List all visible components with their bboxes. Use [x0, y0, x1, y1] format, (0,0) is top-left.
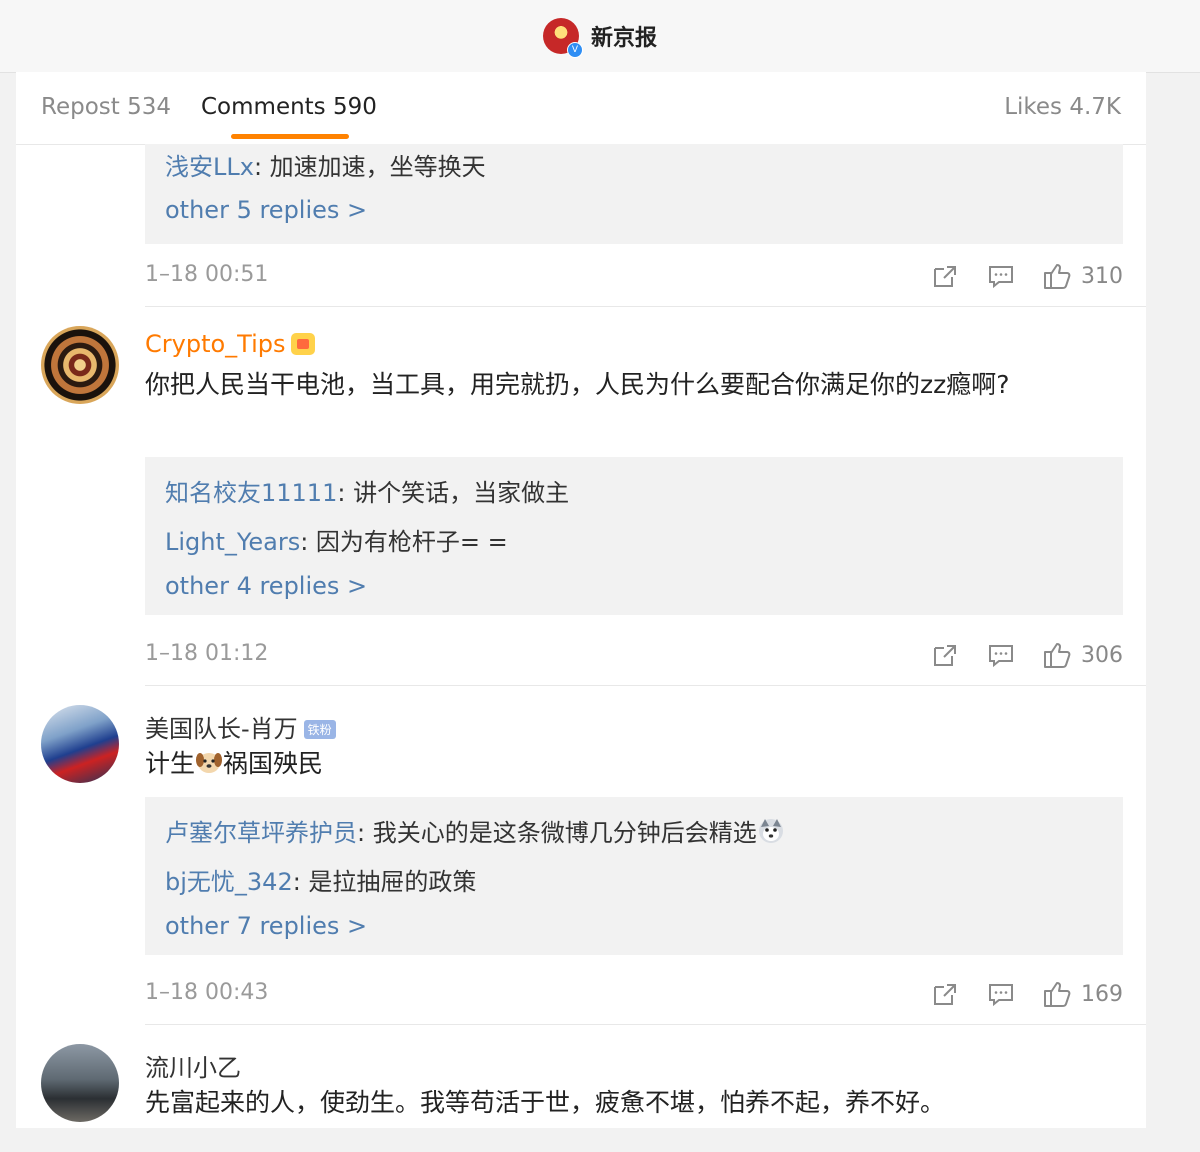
reply-text: : 因为有枪杆子= = [300, 528, 508, 556]
comment-username[interactable]: Crypto_Tips [145, 330, 316, 358]
reply-username[interactable]: 卢塞尔草坪养护员 [165, 819, 357, 847]
reply-text: : 是拉抽屉的政策 [292, 868, 477, 896]
fan-badge: 铁粉 [303, 720, 336, 739]
reply-item[interactable]: Light_Years: 因为有枪杆子= = [165, 522, 508, 557]
divider [145, 1024, 1146, 1025]
reply-text: : 讲个笑话，当家做主 [337, 479, 570, 507]
reply-item[interactable]: 知名校友11111: 讲个笑话，当家做主 [165, 473, 569, 508]
comment-actions: 310 [905, 256, 1123, 296]
comment-time: 1–18 00:51 [145, 262, 269, 287]
username-text[interactable]: Crypto_Tips [145, 330, 285, 358]
account-header: V 新京报 [0, 0, 1200, 73]
tab-bar: Repost 534 Comments 590 Likes 4.7K [16, 72, 1146, 145]
comment-username[interactable]: 流川小乙 [145, 1048, 241, 1083]
tab-comments[interactable]: Comments 590 [201, 94, 377, 120]
avatar[interactable] [41, 326, 119, 404]
share-icon[interactable] [929, 260, 961, 292]
comments-panel: Repost 534 Comments 590 Likes 4.7K 浅安LLx… [16, 72, 1146, 1152]
reply-username[interactable]: bj无忧_342 [165, 868, 293, 896]
reply-username[interactable]: 知名校友11111 [165, 479, 337, 507]
like-count: 169 [1081, 981, 1123, 1007]
more-replies-link[interactable]: other 4 replies > [165, 572, 367, 600]
comment-actions: 169 [905, 974, 1123, 1014]
comment-time: 1–18 01:12 [145, 641, 269, 666]
dog-emoji [196, 753, 223, 773]
more-replies-link[interactable]: other 5 replies > [165, 196, 367, 224]
comment-text-after: 祸国殃民 [223, 749, 324, 778]
comment-meta: 1–18 00:43 169 [145, 974, 1123, 1014]
divider [145, 685, 1146, 686]
comment-username[interactable]: 美国队长-肖万 铁粉 [145, 709, 336, 744]
divider [145, 306, 1146, 307]
comment-time: 1–18 00:43 [145, 980, 269, 1005]
comment-meta: 1–18 01:12 306 [145, 635, 1123, 675]
active-tab-indicator [231, 134, 349, 139]
tab-repost[interactable]: Repost 534 [41, 94, 171, 120]
husky-emoji [758, 819, 783, 843]
reply-text: : 加速加速，坐等换天 [253, 153, 486, 181]
account-logo[interactable]: V [542, 18, 583, 58]
share-icon[interactable] [929, 978, 961, 1010]
reply-username[interactable]: 浅安LLx [165, 153, 254, 181]
reply-box: 卢塞尔草坪养护员: 我关心的是这条微博几分钟后会精选 bj无忧_342: 是拉抽… [145, 797, 1123, 955]
tab-likes[interactable]: Likes 4.7K [1004, 94, 1121, 120]
comment-text: 计生 祸国殃民 [145, 745, 1105, 783]
username-text[interactable]: 美国队长-肖万 [145, 715, 298, 743]
comment-text-before: 计生 [145, 749, 196, 778]
comment-icon[interactable] [985, 978, 1017, 1010]
thumbs-up-icon[interactable] [1041, 978, 1073, 1010]
comment-actions: 306 [905, 635, 1123, 675]
comment-icon[interactable] [985, 639, 1017, 671]
reply-item[interactable]: 卢塞尔草坪养护员: 我关心的是这条微博几分钟后会精选 [165, 813, 785, 848]
reply-box: 知名校友11111: 讲个笑话，当家做主 Light_Years: 因为有枪杆子… [145, 457, 1123, 615]
thumbs-up-icon[interactable] [1041, 260, 1073, 292]
comment-meta: 1–18 00:51 310 [145, 256, 1123, 296]
reply-item[interactable]: bj无忧_342: 是拉抽屉的政策 [165, 862, 476, 897]
verified-icon: V [566, 42, 583, 58]
reply-box: 浅安LLx: 加速加速，坐等换天 other 5 replies > [145, 144, 1123, 244]
like-count: 310 [1081, 263, 1123, 289]
reply-item[interactable]: 浅安LLx: 加速加速，坐等换天 [165, 147, 486, 182]
more-replies-link[interactable]: other 7 replies > [165, 912, 367, 940]
avatar[interactable] [41, 705, 119, 783]
avatar[interactable] [41, 1044, 119, 1122]
crown-badge-icon [291, 333, 316, 355]
reply-username[interactable]: Light_Years [165, 528, 300, 556]
comment-text: 先富起来的人，使劲生。我等苟活于世，疲惫不堪，怕养不起，养不好。 [145, 1088, 946, 1117]
like-count: 306 [1081, 642, 1123, 668]
comment-text: 你把人民当干电池，当工具，用完就扔，人民为什么要配合你满足你的zz瘾啊? [145, 370, 1010, 399]
reply-text: : 我关心的是这条微博几分钟后会精选 [357, 819, 757, 847]
share-icon[interactable] [929, 639, 961, 671]
account-name[interactable]: 新京报 [591, 20, 657, 52]
bottom-strip [0, 1128, 1200, 1152]
thumbs-up-icon[interactable] [1041, 639, 1073, 671]
comment-icon[interactable] [985, 260, 1017, 292]
